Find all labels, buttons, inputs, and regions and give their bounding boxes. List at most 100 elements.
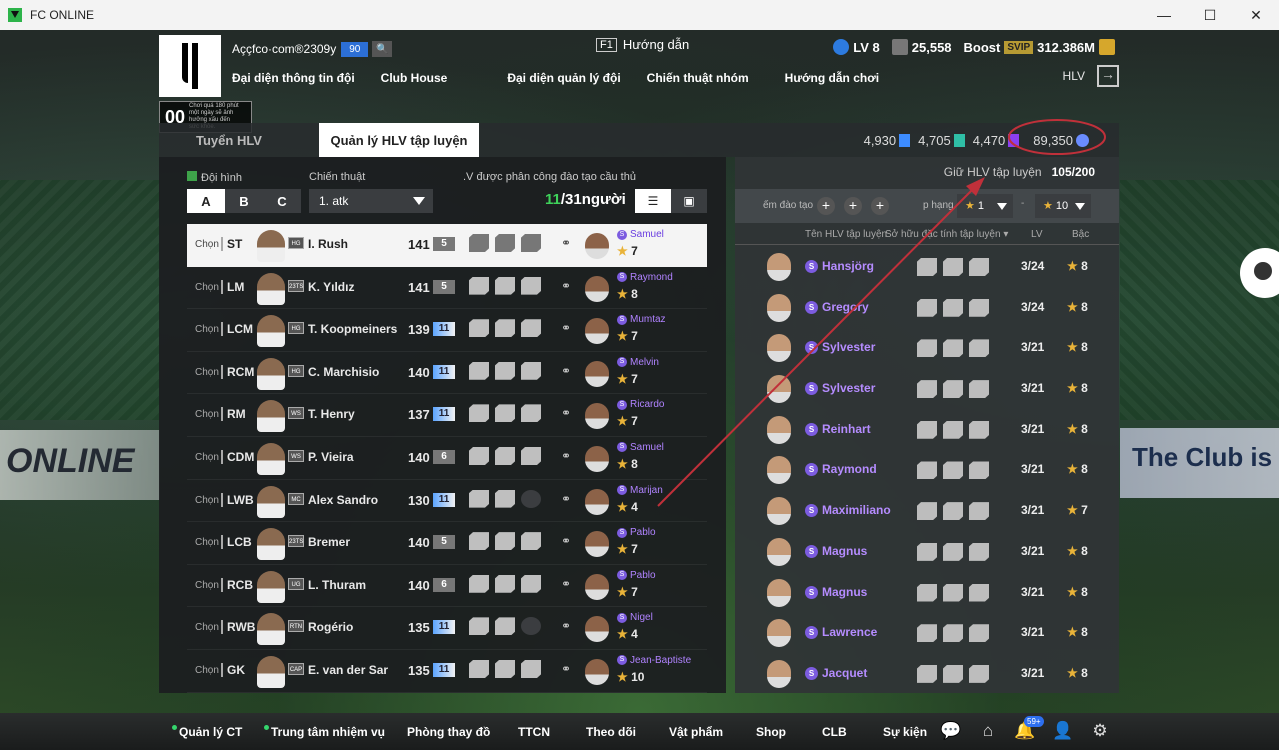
trait-icon[interactable] — [943, 624, 963, 643]
rank-from-select[interactable]: 1 — [957, 194, 1013, 218]
player-row[interactable]: ChọnLWB MC Alex Sandro 13011 ⚭ Marijan 4 — [187, 480, 707, 523]
training-slot-icon[interactable] — [495, 319, 515, 338]
player-row[interactable]: ChọnRCB UG L. Thuram 1406 ⚭ Pablo 7 — [187, 565, 707, 608]
player-row[interactable]: ChọnGK CAP E. van der Sar 13511 ⚭ Jean-Baptis… — [187, 650, 707, 693]
training-slot-icon[interactable] — [495, 276, 515, 295]
formation-c[interactable]: C — [263, 189, 301, 213]
bottom-manage-ct[interactable]: Quản lý CT — [172, 725, 242, 739]
player-row[interactable]: ChọnRCM HG C. Marchisio 14011 ⚭ Melvin 7 — [187, 352, 707, 395]
chat-icon[interactable]: 💬 — [940, 721, 962, 743]
training-slot-icon[interactable] — [469, 489, 489, 508]
link-icon[interactable]: ⚭ — [561, 534, 571, 548]
trait-icon[interactable] — [943, 420, 963, 439]
select-button[interactable]: Chọn — [195, 409, 219, 420]
coach-row[interactable]: S Gregory 3/24 8 — [755, 288, 1105, 329]
link-icon[interactable]: ⚭ — [561, 619, 571, 633]
select-button[interactable]: Chọn — [195, 324, 219, 335]
training-slot-icon[interactable] — [521, 276, 541, 295]
home-icon[interactable]: ⌂ — [977, 721, 999, 743]
training-slot-icon[interactable] — [521, 361, 541, 380]
training-slot-icon[interactable] — [521, 446, 541, 465]
coach-row[interactable]: S Magnus 3/21 8 — [755, 532, 1105, 573]
trait-icon[interactable] — [943, 583, 963, 602]
link-icon[interactable]: ⚭ — [561, 449, 571, 463]
link-icon[interactable]: ⚭ — [561, 321, 571, 335]
minimize-button[interactable]: — — [1141, 0, 1187, 30]
guide-button[interactable]: F1 Hướng dẫn — [596, 37, 689, 52]
grid-view-icon[interactable]: ▣ — [671, 189, 707, 213]
coach-row[interactable]: S Sylvester 3/21 8 — [755, 369, 1105, 410]
trait-icon[interactable] — [969, 461, 989, 480]
trait-icon[interactable] — [917, 298, 937, 317]
nav-guide[interactable]: Hướng dẫn chơi — [785, 71, 879, 85]
player-row[interactable]: ChọnCDM WS P. Vieira 1406 ⚭ Samuel 8 — [187, 437, 707, 480]
trait-icon[interactable] — [969, 502, 989, 521]
training-slot-icon[interactable] — [469, 617, 489, 636]
training-slot-icon[interactable] — [521, 319, 541, 338]
coach-row[interactable]: S Hansjörg 3/24 8 — [755, 247, 1105, 288]
exit-icon[interactable] — [1097, 65, 1119, 87]
club-logo[interactable] — [159, 35, 221, 97]
trait-icon[interactable] — [943, 339, 963, 358]
bottom-shop[interactable]: Shop — [756, 725, 786, 739]
formation-a[interactable]: A — [187, 189, 225, 213]
training-slot-icon[interactable] — [521, 489, 541, 508]
coach-row[interactable]: S Jacquet 3/21 8 — [755, 654, 1105, 695]
coach-row[interactable]: S Reinhart 3/21 8 — [755, 410, 1105, 451]
bottom-follow[interactable]: Theo dõi — [586, 725, 636, 739]
tactic-select[interactable]: 1. atk — [309, 189, 433, 213]
col-coach-name[interactable]: Tên HLV tập luyện — [805, 229, 887, 240]
list-view-icon[interactable]: ☰ — [635, 189, 671, 213]
link-icon[interactable]: ⚭ — [561, 406, 571, 420]
trait-icon[interactable] — [917, 339, 937, 358]
bottom-locker-room[interactable]: Phòng thay đồ — [407, 725, 490, 739]
player-row[interactable]: ChọnLM 23TS K. Yıldız 1415 ⚭ Raymond 8 — [187, 267, 707, 310]
training-slot-icon[interactable] — [495, 574, 515, 593]
select-button[interactable]: Chọn — [195, 239, 219, 250]
maximize-button[interactable]: ☐ — [1187, 0, 1233, 30]
trait-icon[interactable] — [943, 298, 963, 317]
add-filter-2-button[interactable]: + — [844, 197, 862, 215]
link-icon[interactable]: ⚭ — [561, 236, 571, 250]
training-slot-icon[interactable] — [495, 489, 515, 508]
trait-icon[interactable] — [917, 624, 937, 643]
training-slot-icon[interactable] — [469, 404, 489, 423]
tab-recruit-coach[interactable]: Tuyển HLV — [179, 123, 279, 157]
trait-icon[interactable] — [943, 664, 963, 683]
trait-icon[interactable] — [969, 583, 989, 602]
col-lv[interactable]: LV — [1031, 229, 1043, 240]
training-slot-icon[interactable] — [521, 532, 541, 551]
formation-b[interactable]: B — [225, 189, 263, 213]
link-icon[interactable]: ⚭ — [561, 577, 571, 591]
training-slot-icon[interactable] — [495, 446, 515, 465]
nav-club-house[interactable]: Club House — [381, 71, 448, 85]
trait-icon[interactable] — [943, 502, 963, 521]
add-filter-1-button[interactable]: + — [817, 197, 835, 215]
player-row[interactable]: ChọnLCB 23TS Bremer 1405 ⚭ Pablo 7 — [187, 522, 707, 565]
training-slot-icon[interactable] — [469, 276, 489, 295]
trait-icon[interactable] — [917, 258, 937, 276]
trait-icon[interactable] — [917, 461, 937, 480]
link-icon[interactable]: ⚭ — [561, 279, 571, 293]
training-slot-icon[interactable] — [521, 659, 541, 678]
col-trait[interactable]: Sở hữu đặc tính tập luyện ▾ — [885, 229, 1008, 240]
training-slot-icon[interactable] — [521, 234, 541, 252]
training-slot-icon[interactable] — [469, 361, 489, 380]
bottom-club[interactable]: CLB — [822, 725, 847, 739]
training-slot-icon[interactable] — [469, 574, 489, 593]
trait-icon[interactable] — [917, 420, 937, 439]
select-button[interactable]: Chọn — [195, 622, 219, 633]
search-icon[interactable]: 🔍 — [372, 41, 393, 57]
training-slot-icon[interactable] — [469, 532, 489, 551]
trait-icon[interactable] — [917, 542, 937, 561]
select-button[interactable]: Chọn — [195, 367, 219, 378]
bottom-ttcn[interactable]: TTCN — [518, 725, 550, 739]
training-slot-icon[interactable] — [469, 234, 489, 252]
select-button[interactable]: Chọn — [195, 495, 219, 506]
training-slot-icon[interactable] — [495, 659, 515, 678]
close-button[interactable]: ✕ — [1233, 0, 1279, 30]
training-slot-icon[interactable] — [521, 617, 541, 636]
link-icon[interactable]: ⚭ — [561, 492, 571, 506]
player-row[interactable]: ChọnST HG I. Rush 1415 ⚭ Samuel 7 — [187, 224, 707, 267]
training-slot-icon[interactable] — [495, 404, 515, 423]
